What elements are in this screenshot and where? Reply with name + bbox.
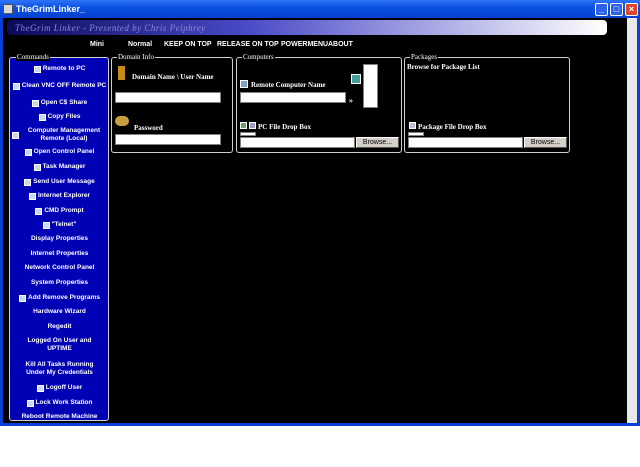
remote-computer-field[interactable] bbox=[240, 92, 346, 103]
commands-panel: Commands Remote to PC Clean VNC OFF Remo… bbox=[9, 53, 109, 421]
browse-package-list-label[interactable]: Browse for Package List bbox=[407, 63, 480, 71]
folder-icon bbox=[31, 99, 39, 107]
lock-icon bbox=[26, 399, 34, 407]
telnet-icon bbox=[42, 221, 50, 229]
vertical-scrollbar[interactable] bbox=[627, 18, 637, 423]
cmd-hardware-wizard[interactable]: Hardware Wizard bbox=[12, 308, 107, 316]
cmd-send-user-message[interactable]: Send User Message bbox=[12, 178, 107, 186]
user-label: Domain Name \ User Name bbox=[132, 73, 214, 81]
menu-keep-on-top[interactable]: KEEP ON TOP bbox=[164, 41, 212, 48]
computer-list[interactable] bbox=[363, 64, 378, 108]
close-button[interactable]: × bbox=[625, 2, 638, 16]
menu-release-on-top[interactable]: RELEASE ON TOP bbox=[217, 41, 279, 48]
cmd-task-manager[interactable]: Task Manager bbox=[12, 163, 107, 171]
message-icon bbox=[24, 178, 32, 186]
app-icon bbox=[3, 4, 13, 14]
cmd-telnet[interactable]: "Telnet" bbox=[12, 221, 107, 229]
cmd-system-properties[interactable]: System Properties bbox=[12, 279, 107, 287]
drop-icon bbox=[240, 122, 247, 129]
cmd-reboot-remote-machine[interactable]: Reboot Remote Machine bbox=[12, 413, 107, 421]
package-browse-button[interactable]: Browse... bbox=[524, 137, 567, 148]
computer-icon bbox=[240, 80, 248, 88]
menu-powermenu[interactable]: POWERMENU bbox=[281, 41, 328, 48]
task-manager-icon bbox=[33, 163, 41, 171]
cmd-open-c-share[interactable]: Open C$ Share bbox=[12, 99, 107, 107]
remote-icon bbox=[33, 65, 41, 73]
programs-icon bbox=[19, 294, 27, 302]
copy-icon bbox=[38, 113, 46, 121]
maximize-button[interactable]: □ bbox=[610, 2, 623, 16]
user-icon bbox=[118, 66, 125, 80]
cmd-logoff-user[interactable]: Logoff User bbox=[12, 384, 107, 392]
cmd-kill-all-tasks[interactable]: Kill All Tasks Running Under My Credenti… bbox=[12, 356, 107, 382]
package-drop-indicator bbox=[408, 132, 424, 136]
cmd-regedit[interactable]: Regedit bbox=[12, 323, 107, 331]
remote-computer-label: Remote Computer Name bbox=[251, 81, 326, 89]
window-title: TheGrimLinker_ bbox=[16, 4, 86, 14]
vnc-icon bbox=[12, 82, 20, 90]
cmd-clean-vnc[interactable]: Clean VNC OFF Remote PC bbox=[12, 77, 107, 95]
computer-icon bbox=[12, 131, 19, 139]
password-field[interactable] bbox=[115, 134, 221, 145]
packages-panel: Packages Browse for Package List Package… bbox=[404, 53, 570, 153]
computers-panel: Computers Remote Computer Name » PC File… bbox=[236, 53, 402, 153]
pc-drop-box-label: PC File Drop Box bbox=[258, 123, 311, 131]
cmd-internet-properties[interactable]: Internet Properties bbox=[12, 250, 107, 258]
logoff-icon bbox=[36, 384, 44, 392]
menu-about[interactable]: ABOUT bbox=[328, 41, 353, 48]
minimize-button[interactable]: _ bbox=[595, 2, 608, 16]
menu-bar: Mini Normal KEEP ON TOP RELEASE ON TOP P… bbox=[3, 40, 637, 52]
cmd-cmd-prompt[interactable]: CMD Prompt bbox=[12, 207, 107, 215]
domain-info-panel: Domain Info Domain Name \ User Name Pass… bbox=[111, 53, 233, 153]
cmd-copy-files[interactable]: Copy Files bbox=[12, 113, 107, 121]
cmd-computer-management[interactable]: Computer Management Remote (Local) bbox=[12, 126, 107, 144]
pc-file-field[interactable] bbox=[240, 137, 355, 148]
pc-browse-button[interactable]: Browse... bbox=[356, 137, 399, 148]
packages-title: Packages bbox=[410, 53, 439, 61]
terminal-icon bbox=[35, 207, 43, 215]
control-panel-icon bbox=[24, 148, 32, 156]
package-icon bbox=[409, 122, 416, 129]
cmd-display-properties[interactable]: Display Properties bbox=[12, 235, 107, 243]
forward-icon[interactable]: » bbox=[349, 96, 353, 105]
menu-mini[interactable]: Mini bbox=[90, 41, 104, 48]
cmd-logged-on-user[interactable]: Logged On User and UPTIME bbox=[12, 336, 107, 354]
menu-normal[interactable]: Normal bbox=[128, 41, 152, 48]
file-icon bbox=[249, 122, 256, 129]
cmd-remote-to-pc[interactable]: Remote to PC bbox=[12, 65, 107, 73]
domain-user-field[interactable] bbox=[115, 92, 221, 103]
password-label: Password bbox=[134, 124, 163, 132]
domain-info-title: Domain Info bbox=[117, 53, 155, 61]
cmd-open-control-panel[interactable]: Open Control Panel bbox=[12, 148, 107, 156]
cmd-add-remove-programs[interactable]: Add Remove Programs bbox=[12, 294, 107, 302]
cmd-lock-work-station[interactable]: Lock Work Station bbox=[12, 399, 107, 407]
title-bar[interactable]: TheGrimLinker_ _ □ × bbox=[0, 0, 640, 18]
package-drop-box-label: Package File Drop Box bbox=[418, 123, 487, 131]
banner-text: TheGrim Linker - Presented by Chris Pelp… bbox=[15, 23, 206, 33]
key-icon bbox=[115, 116, 129, 126]
network-icon bbox=[351, 74, 361, 84]
pc-drop-indicator bbox=[240, 132, 256, 136]
cmd-network-control-panel[interactable]: Network Control Panel bbox=[12, 264, 107, 272]
banner: TheGrim Linker - Presented by Chris Pelp… bbox=[3, 18, 637, 40]
computers-title: Computers bbox=[242, 53, 275, 61]
commands-title: Commands bbox=[16, 53, 50, 61]
ie-icon bbox=[28, 192, 36, 200]
package-file-field[interactable] bbox=[408, 137, 523, 148]
cmd-internet-explorer[interactable]: Internet Explorer bbox=[12, 192, 107, 200]
